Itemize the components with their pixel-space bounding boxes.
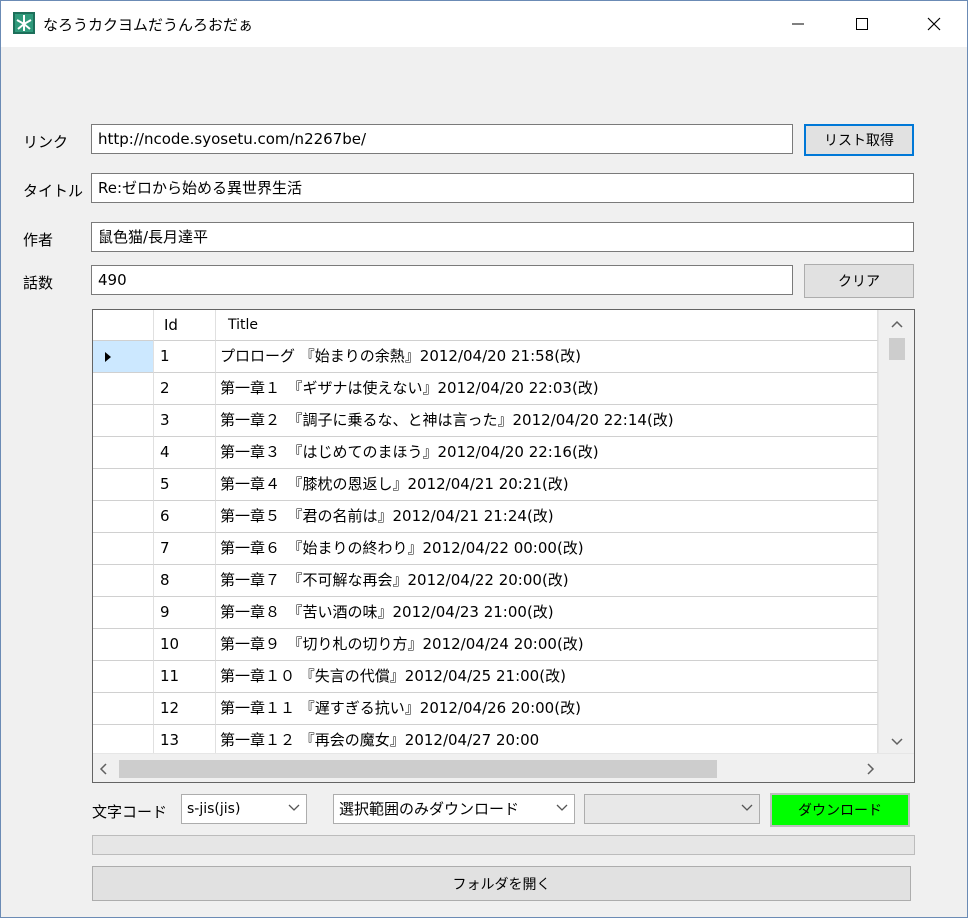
encoding-select-value: s-jis(jis) [187,801,241,817]
cell-title[interactable]: 第一章７ 『不可解な再会』2012/04/22 20:00(改) [216,565,878,597]
author-input[interactable]: 鼠色猫/長月達平 [91,222,914,252]
row-header[interactable] [93,533,154,565]
chevron-down-icon [741,804,753,811]
horizontal-scroll-thumb[interactable] [119,760,717,778]
minimize-icon [792,23,804,25]
vertical-scrollbar[interactable] [878,310,914,753]
scroll-up-icon[interactable] [891,320,903,328]
cell-title[interactable]: 第一章５ 『君の名前は』2012/04/21 21:24(改) [216,501,878,533]
download-progress-bar [92,835,915,855]
encoding-select[interactable]: s-jis(jis) [181,794,307,824]
table-row[interactable]: 9 第一章８ 『苦い酒の味』2012/04/23 21:00(改) [93,597,878,629]
cell-id[interactable]: 1 [154,341,216,373]
corner-header [93,310,154,341]
close-button[interactable] [911,1,957,47]
row-header[interactable] [93,341,154,373]
range-select[interactable]: 選択範囲のみダウンロード [333,794,575,824]
cell-title[interactable]: 第一章１１ 『遅すぎる抗い』2012/04/26 20:00(改) [216,693,878,725]
table-row[interactable]: 12 第一章１１ 『遅すぎる抗い』2012/04/26 20:00(改) [93,693,878,725]
row-header[interactable] [93,437,154,469]
title-label: タイトル [23,182,84,200]
table-row[interactable]: 2 第一章１ 『ギザナは使えない』2012/04/20 22:03(改) [93,373,878,405]
cell-id[interactable]: 2 [154,373,216,405]
cell-id[interactable]: 6 [154,501,216,533]
link-label: リンク [23,133,69,151]
chevron-down-icon [288,804,300,811]
vertical-scroll-thumb[interactable] [889,338,905,360]
table-row[interactable]: 1 プロローグ 『始まりの余熱』2012/04/20 21:58(改) [93,341,878,373]
row-header[interactable] [93,565,154,597]
clear-button[interactable]: クリア [804,264,914,298]
cell-id[interactable]: 8 [154,565,216,597]
open-folder-button[interactable]: フォルダを開く [92,866,911,901]
close-icon [927,17,941,31]
get-list-button[interactable]: リスト取得 [804,124,914,156]
row-header[interactable] [93,661,154,693]
maximize-icon [856,18,868,30]
cell-title[interactable]: 第一章１ 『ギザナは使えない』2012/04/20 22:03(改) [216,373,878,405]
link-input[interactable]: http://ncode.syosetu.com/n2267be/ [91,124,793,154]
cell-id[interactable]: 4 [154,437,216,469]
cell-id[interactable]: 12 [154,693,216,725]
table-row[interactable]: 5 第一章４ 『膝枕の恩返し』2012/04/21 20:21(改) [93,469,878,501]
cell-id[interactable]: 5 [154,469,216,501]
cell-title[interactable]: プロローグ 『始まりの余熱』2012/04/20 21:58(改) [216,341,878,373]
cell-id[interactable]: 10 [154,629,216,661]
cell-title[interactable]: 第一章１０ 『失言の代償』2012/04/25 21:00(改) [216,661,878,693]
row-header[interactable] [93,597,154,629]
row-header[interactable] [93,373,154,405]
main-window: なろうカクヨムだうんろおだぁ リンク http://ncode.syosetu.… [0,0,968,918]
chapter-grid[interactable]: Id Title 1 プロローグ 『始まりの余熱』2012/04/20 21:58… [92,309,915,783]
table-row[interactable]: 8 第一章７ 『不可解な再会』2012/04/22 20:00(改) [93,565,878,597]
column-header-id[interactable]: Id [154,310,216,341]
window-title: なろうカクヨムだうんろおだぁ [43,16,254,34]
minimize-button[interactable] [775,1,821,47]
cell-id[interactable]: 3 [154,405,216,437]
row-header[interactable] [93,693,154,725]
table-row[interactable]: 4 第一章３ 『はじめてのまほう』2012/04/20 22:16(改) [93,437,878,469]
cell-title[interactable]: 第一章２ 『調子に乗るな、と神は言った』2012/04/20 22:14(改) [216,405,878,437]
chevron-down-icon [556,804,568,811]
row-header[interactable] [93,629,154,661]
row-header[interactable] [93,501,154,533]
scroll-down-icon[interactable] [891,738,903,746]
cell-title[interactable]: 第一章３ 『はじめてのまほう』2012/04/20 22:16(改) [216,437,878,469]
table-row[interactable]: 11 第一章１０ 『失言の代償』2012/04/25 21:00(改) [93,661,878,693]
current-row-arrow-icon [105,352,111,362]
download-button[interactable]: ダウンロード [770,793,910,827]
cell-id[interactable]: 9 [154,597,216,629]
app-icon [13,12,35,34]
horizontal-scrollbar[interactable] [93,753,914,782]
title-input[interactable]: Re:ゼロから始める異世界生活 [91,173,914,203]
row-header[interactable] [93,405,154,437]
cell-id[interactable]: 11 [154,661,216,693]
scroll-left-icon[interactable] [99,763,107,775]
count-input[interactable]: 490 [91,265,793,295]
cell-title[interactable]: 第一章９ 『切り札の切り方』2012/04/24 20:00(改) [216,629,878,661]
scroll-right-icon[interactable] [867,763,875,775]
table-row[interactable]: 10 第一章９ 『切り札の切り方』2012/04/24 20:00(改) [93,629,878,661]
row-header[interactable] [93,469,154,501]
title-bar: なろうカクヨムだうんろおだぁ [1,1,967,47]
author-label: 作者 [23,231,54,249]
cell-title[interactable]: 第一章８ 『苦い酒の味』2012/04/23 21:00(改) [216,597,878,629]
cell-id[interactable]: 7 [154,533,216,565]
extra-select[interactable] [584,794,760,824]
count-label: 話数 [23,274,54,292]
grid-header: Id Title [93,310,878,341]
maximize-button[interactable] [839,1,885,47]
table-row[interactable]: 7 第一章６ 『始まりの終わり』2012/04/22 00:00(改) [93,533,878,565]
cell-title[interactable]: 第一章６ 『始まりの終わり』2012/04/22 00:00(改) [216,533,878,565]
table-row[interactable]: 3 第一章２ 『調子に乗るな、と神は言った』2012/04/20 22:14(改) [93,405,878,437]
encoding-label: 文字コード [92,803,168,821]
range-select-value: 選択範囲のみダウンロード [339,800,520,818]
table-row[interactable]: 6 第一章５ 『君の名前は』2012/04/21 21:24(改) [93,501,878,533]
column-header-title[interactable]: Title [216,310,878,341]
cell-title[interactable]: 第一章４ 『膝枕の恩返し』2012/04/21 20:21(改) [216,469,878,501]
